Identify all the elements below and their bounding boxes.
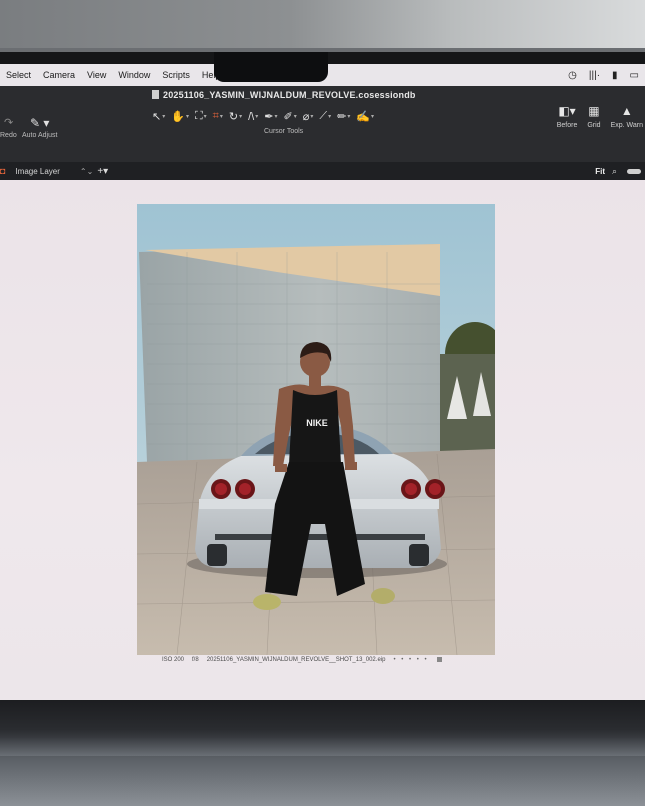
document-icon	[152, 90, 159, 99]
status-icons: ◷ |||· ▮ ▭	[568, 64, 639, 86]
warning-icon: ▲	[620, 104, 633, 118]
menu-view[interactable]: View	[81, 70, 112, 80]
aperture-value: f/8	[192, 657, 199, 663]
rotate-icon[interactable]: ↻ ▾	[229, 110, 242, 123]
zoom-icon[interactable]: ⌕	[612, 166, 617, 177]
toolbar: 20251106_YASMIN_WIJNALDUM_REVOLVE.cosess…	[0, 86, 645, 162]
exposure-warning-button[interactable]: ▲ Exp. Warn	[611, 104, 643, 129]
image-viewer: NIKE ISO 200 f/8 20251106_YASMIN_WIJNALD…	[0, 180, 645, 704]
before-after-icon: ◧▾	[558, 104, 576, 118]
menu-window[interactable]: Window	[112, 70, 156, 80]
grid-icon: ▦	[588, 104, 600, 118]
clock-icon[interactable]: ◷	[568, 70, 577, 81]
menu-camera[interactable]: Camera	[37, 70, 81, 80]
eraser-icon[interactable]: ⌀ ▾	[303, 110, 314, 123]
image-caption: ISO 200 f/8 20251106_YASMIN_WIJNALDUM_RE…	[162, 657, 442, 663]
zoom-fit[interactable]: Fit	[595, 167, 605, 176]
view-tools: ◧▾ Before ▦ Grid ▲ Exp. Warn	[557, 104, 643, 129]
wand-icon: ✎ ▾	[30, 116, 50, 130]
redo-label: Redo	[0, 132, 17, 139]
zoom-slider[interactable]	[627, 168, 641, 174]
viewer-header: ◘ Image Layer ⌃⌄ +▾ Fit ⌕	[0, 162, 645, 180]
grid-label: Grid	[587, 122, 601, 129]
before-label: Before	[556, 122, 578, 129]
menu-scripts[interactable]: Scripts	[156, 70, 196, 80]
cursor-tools-label: Cursor Tools	[264, 128, 304, 135]
keystone-icon[interactable]: /\ ▾	[248, 110, 258, 123]
add-layer-icon[interactable]: +▾	[97, 166, 108, 177]
battery-icon[interactable]: ▭	[630, 70, 639, 81]
layer-chevron-icon[interactable]: ⌃⌄	[80, 167, 93, 176]
cursor-tools: ↖ ▾ ✋ ▾ ⛶ ▾ ⌗ ▾ ↻ ▾ /\ ▾ ✒ ▾ ✐ ▾ ⌀ ▾ ⟋ ▾ ✏ ▾ ✍ ▾	[152, 110, 374, 123]
gradient-icon[interactable]: ⟋ ▾	[319, 110, 331, 123]
camera-notch	[214, 52, 328, 82]
auto-adjust-label: Auto Adjust	[22, 132, 58, 139]
auto-adjust-button[interactable]: ✎ ▾ Auto Adjust	[22, 116, 57, 139]
picker-icon[interactable]: ✒ ▾	[264, 110, 277, 123]
exposure-warning-label: Exp. Warn	[610, 122, 643, 129]
photo-preview[interactable]: NIKE	[137, 204, 495, 655]
filename: 20251106_YASMIN_WIJNALDUM_REVOLVE__SHOT_…	[206, 657, 386, 663]
color-tag-icon[interactable]	[436, 657, 442, 662]
photo-image: NIKE	[137, 204, 495, 655]
laptop-screen: Select Camera View Window Scripts Help ◷…	[0, 52, 645, 704]
crop-icon[interactable]: ⌗ ▾	[213, 110, 223, 123]
document-title-text: 20251106_YASMIN_WIJNALDUM_REVOLVE.cosess…	[163, 90, 416, 100]
select-arrow-icon[interactable]: ↖ ▾	[152, 110, 165, 123]
annotate-icon[interactable]: ✍ ▾	[356, 110, 374, 123]
tank-logo: NIKE	[306, 418, 328, 428]
menu-select[interactable]: Select	[0, 70, 37, 80]
layer-selector[interactable]: Image Layer	[15, 167, 59, 176]
brush-icon[interactable]: ✐ ▾	[284, 110, 297, 123]
loupe-icon[interactable]: ⛶ ▾	[195, 110, 207, 123]
battery-card-icon[interactable]: ▮	[612, 70, 618, 81]
pan-hand-icon[interactable]: ✋ ▾	[171, 110, 189, 123]
layer-icon: ◘	[0, 166, 6, 176]
grid-button[interactable]: ▦ Grid	[587, 104, 600, 129]
redo-button[interactable]: ↷ Redo	[0, 116, 17, 139]
document-title: 20251106_YASMIN_WIJNALDUM_REVOLVE.cosess…	[152, 90, 416, 100]
redo-icon: ↷	[4, 117, 14, 129]
audio-icon[interactable]: |||·	[589, 70, 600, 81]
before-button[interactable]: ◧▾ Before	[557, 104, 578, 129]
eyedropper-icon[interactable]: ✏ ▾	[337, 110, 350, 123]
background-wall	[0, 0, 645, 48]
rating-dots[interactable]: • • • • •	[393, 657, 428, 663]
laptop-base	[0, 738, 645, 756]
iso-value: ISO 200	[162, 657, 185, 663]
